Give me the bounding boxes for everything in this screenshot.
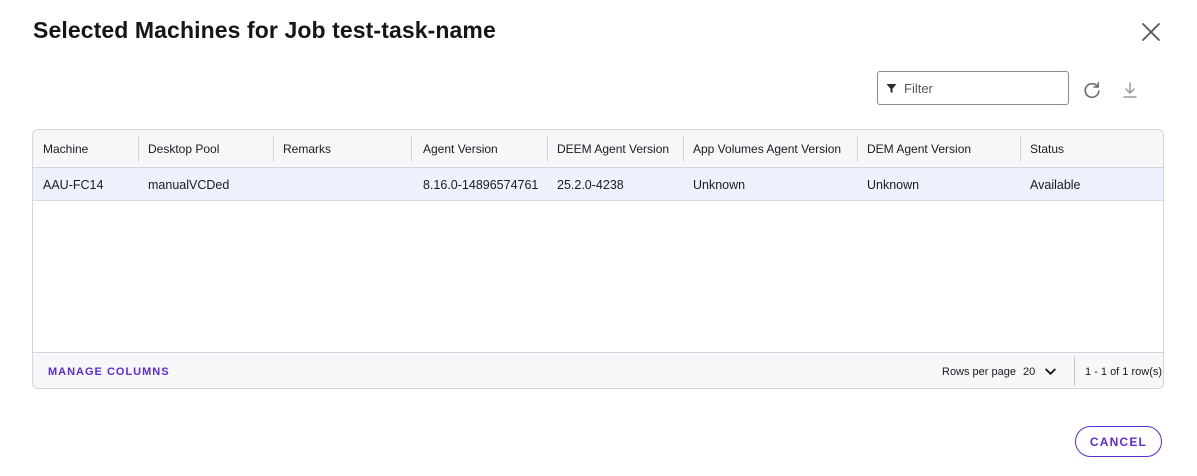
manage-columns-button[interactable]: MANAGE COLUMNS — [48, 353, 170, 388]
column-header-deem-agent-version[interactable]: DEEM Agent Version — [547, 130, 683, 168]
cell-status: Available — [1030, 177, 1081, 192]
column-header-app-volumes-agent-version[interactable]: App Volumes Agent Version — [683, 130, 857, 168]
column-header-dem-agent-version[interactable]: DEM Agent Version — [857, 130, 1020, 168]
cancel-button[interactable]: CANCEL — [1075, 426, 1162, 457]
pagination-range: 1 - 1 of 1 row(s) — [1085, 365, 1163, 378]
table-footer: MANAGE COLUMNS Rows per page 20 1 - 1 of… — [33, 352, 1163, 388]
column-header-remarks[interactable]: Remarks — [273, 130, 411, 168]
column-header-machine[interactable]: Machine — [33, 130, 138, 168]
refresh-button[interactable] — [1082, 80, 1102, 100]
filter-icon — [886, 82, 898, 94]
table-header: Machine Desktop Pool Remarks Agent Versi… — [33, 130, 1163, 168]
cell-machine: AAU-FC14 — [43, 177, 104, 192]
column-divider[interactable] — [411, 136, 412, 162]
close-button[interactable] — [1138, 19, 1164, 45]
dialog-title: Selected Machines for Job test-task-name — [33, 17, 496, 43]
cell-deem-agent-version: 25.2.0-4238 — [557, 177, 624, 192]
filter-field[interactable] — [877, 71, 1069, 105]
close-icon — [1142, 23, 1160, 41]
rows-per-page-select[interactable]: 20 — [1023, 353, 1056, 388]
cell-desktop-pool: manualVCDed — [148, 177, 230, 192]
cell-app-volumes-agent-version: Unknown — [693, 177, 746, 192]
chevron-down-icon — [1045, 368, 1056, 376]
machines-table: Machine Desktop Pool Remarks Agent Versi… — [32, 129, 1164, 389]
footer-divider — [1074, 357, 1075, 386]
rows-per-page-value: 20 — [1023, 365, 1036, 378]
rows-per-page-label: Rows per page — [942, 365, 1016, 378]
column-header-status[interactable]: Status — [1020, 130, 1163, 168]
download-icon — [1123, 82, 1137, 98]
column-header-agent-version[interactable]: Agent Version — [413, 130, 547, 168]
download-button[interactable] — [1121, 81, 1139, 99]
filter-input[interactable] — [904, 80, 1064, 96]
column-header-desktop-pool[interactable]: Desktop Pool — [138, 130, 273, 168]
cell-dem-agent-version: Unknown — [867, 177, 920, 192]
cell-remarks — [273, 168, 283, 201]
refresh-icon — [1084, 82, 1100, 99]
table-row[interactable]: AAU-FC14 manualVCDed 8.16.0-14896574761 … — [33, 168, 1163, 201]
cell-agent-version: 8.16.0-14896574761 — [423, 177, 539, 192]
